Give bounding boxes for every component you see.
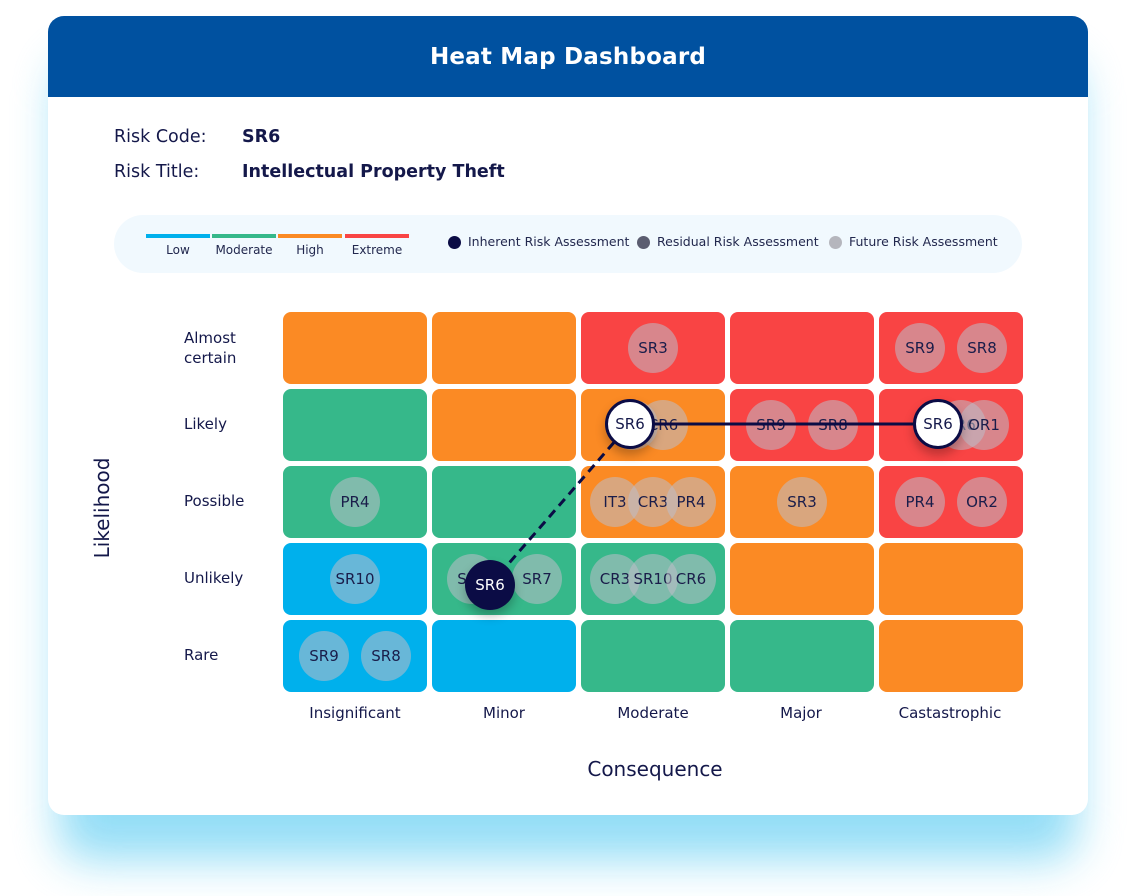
risk-bubble-sr3[interactable]: SR3 bbox=[628, 323, 678, 373]
risk-bubble-or2[interactable]: OR2 bbox=[957, 477, 1007, 527]
risk-bubble-sr8[interactable]: SR8 bbox=[808, 400, 858, 450]
risk-bubble-sr9[interactable]: SR9 bbox=[746, 400, 796, 450]
risk-bubble-sr9[interactable]: SR9 bbox=[299, 631, 349, 681]
cell-rare-moderate[interactable] bbox=[581, 620, 725, 692]
inherent-risk-marker[interactable]: SR6 bbox=[465, 560, 515, 610]
risk-bubble-sr7[interactable]: SR7 bbox=[512, 554, 562, 604]
heat-map-card: Heat Map Dashboard Risk Code: SR6 Risk T… bbox=[48, 16, 1088, 815]
cell-likely-minor[interactable] bbox=[432, 389, 576, 461]
risk-bubble-sr8[interactable]: SR8 bbox=[957, 323, 1007, 373]
risk-bubble-pr4[interactable]: PR4 bbox=[666, 477, 716, 527]
cell-unlikely-castastrophic[interactable] bbox=[879, 543, 1023, 615]
risk-bubble-sr9[interactable]: SR9 bbox=[895, 323, 945, 373]
cell-rare-major[interactable] bbox=[730, 620, 874, 692]
cell-almost-certain-insignificant[interactable] bbox=[283, 312, 427, 384]
cell-unlikely-major[interactable] bbox=[730, 543, 874, 615]
risk-bubble-pr4[interactable]: PR4 bbox=[330, 477, 380, 527]
risk-bubble-pr4[interactable]: PR4 bbox=[895, 477, 945, 527]
risk-bubble-sr8[interactable]: SR8 bbox=[361, 631, 411, 681]
cell-likely-insignificant[interactable] bbox=[283, 389, 427, 461]
risk-bubble-or1[interactable]: OR1 bbox=[959, 400, 1009, 450]
heat-map-grid: SR3SR9SR8SR6CR6SR9SR8SR6OR1PR4IT3CR3PR4S… bbox=[48, 16, 1088, 815]
cell-almost-certain-major[interactable] bbox=[730, 312, 874, 384]
cell-almost-certain-minor[interactable] bbox=[432, 312, 576, 384]
future-risk-marker[interactable]: SR6 bbox=[913, 399, 963, 449]
risk-bubble-sr3[interactable]: SR3 bbox=[777, 477, 827, 527]
residual-risk-marker[interactable]: SR6 bbox=[605, 399, 655, 449]
cell-rare-minor[interactable] bbox=[432, 620, 576, 692]
cell-possible-minor[interactable] bbox=[432, 466, 576, 538]
risk-bubble-cr6[interactable]: CR6 bbox=[666, 554, 716, 604]
cell-rare-castastrophic[interactable] bbox=[879, 620, 1023, 692]
risk-bubble-sr10[interactable]: SR10 bbox=[330, 554, 380, 604]
